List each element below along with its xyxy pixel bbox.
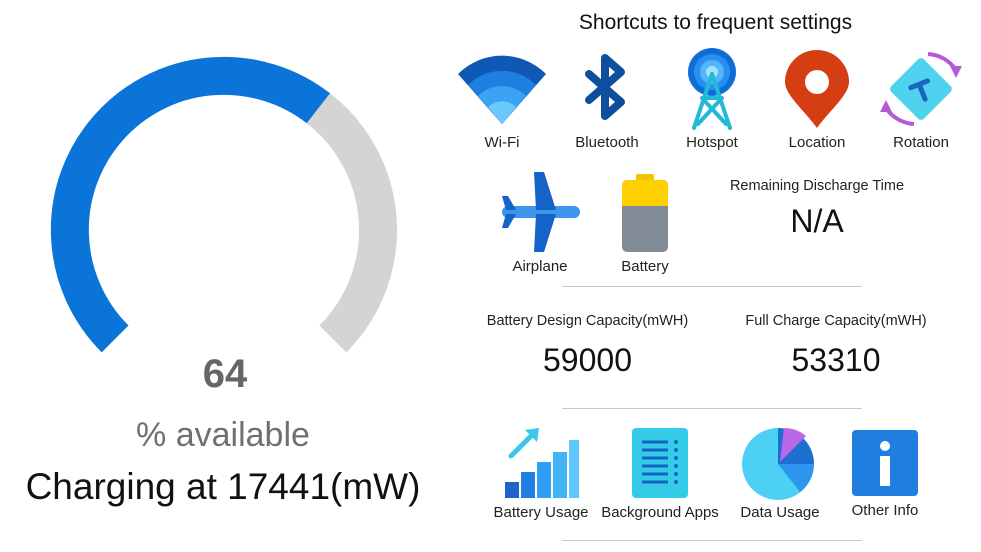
rotation-icon [880,52,962,126]
battery-usage-label: Battery Usage [493,504,589,521]
design-capacity-value: 59000 [543,342,632,378]
data-usage-label: Data Usage [740,504,820,521]
location-label: Location [788,134,846,151]
full-charge-capacity-title: Full Charge Capacity(mWH) [745,313,927,329]
charging-status: Charging at 17441(mW) [25,466,421,507]
location-shortcut[interactable]: Location [774,50,860,151]
info-icon [852,430,918,496]
airplane-shortcut[interactable]: Airplane [498,170,582,275]
airplane-label: Airplane [512,258,568,275]
hotspot-shortcut[interactable]: Hotspot [668,46,756,151]
battery-icon [622,174,668,252]
location-icon [785,50,849,128]
rotation-shortcut[interactable]: Rotation [878,48,964,151]
battery-percent-value: 64 [202,352,248,396]
battery-shortcut[interactable]: Battery [610,172,680,275]
background-apps-label: Background Apps [601,504,719,521]
background-apps-button[interactable]: Background Apps [598,426,722,521]
settings-panel: Shortcuts to frequent settings Wi-Fi Blu… [450,0,981,552]
pie-chart-icon [742,427,814,500]
battery-gauge: 64 % available Charging at 17441(mW) [0,0,460,552]
bluetooth-label: Bluetooth [575,134,639,151]
bluetooth-icon [585,54,625,120]
hotspot-icon [688,48,736,130]
divider-top [562,286,862,287]
other-info-label: Other Info [851,502,919,519]
discharge-time-title: Remaining Discharge Time [729,178,905,194]
wifi-shortcut[interactable]: Wi-Fi [452,52,552,151]
other-info-button[interactable]: Other Info [840,428,930,519]
divider-bottom [562,540,862,541]
bluetooth-shortcut[interactable]: Bluetooth [562,52,652,151]
wifi-label: Wi-Fi [484,134,520,151]
battery-label: Battery [621,258,669,275]
gauge-track [306,93,398,353]
rotation-label: Rotation [893,134,949,151]
design-capacity-title: Battery Design Capacity(mWH) [486,313,689,329]
discharge-time-value: N/A [790,203,844,239]
divider-middle [562,408,862,409]
hotspot-label: Hotspot [686,134,738,151]
airplane-icon [502,172,580,252]
battery-usage-chart-icon [505,428,579,498]
gauge-fill [50,56,331,353]
full-charge-capacity-value: 53310 [791,342,881,378]
shortcuts-title: Shortcuts to frequent settings [578,11,853,34]
battery-usage-button[interactable]: Battery Usage [488,426,594,521]
background-apps-icon [632,428,688,498]
data-usage-button[interactable]: Data Usage [728,424,832,521]
wifi-icon [458,55,546,125]
battery-percent-unit: % available [136,416,310,454]
